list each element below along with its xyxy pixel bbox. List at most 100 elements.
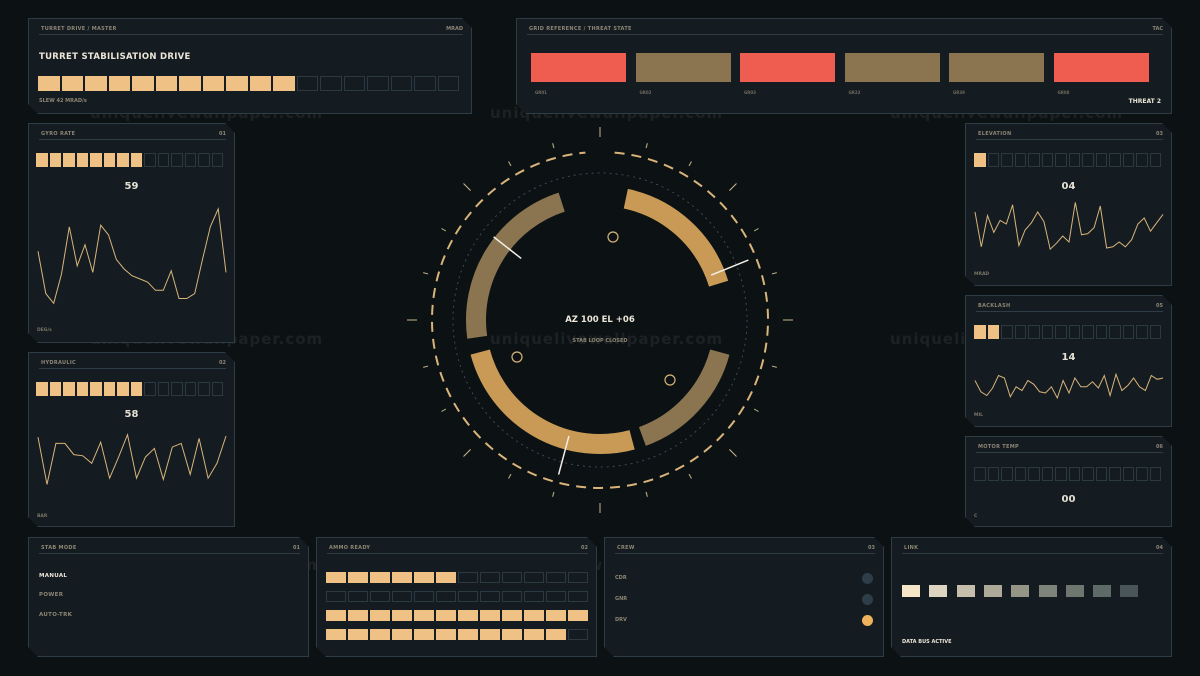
level-cell bbox=[458, 591, 478, 602]
level-cell bbox=[414, 591, 434, 602]
status-dot-icon bbox=[862, 615, 873, 626]
reticle-tick bbox=[771, 272, 777, 275]
level-cell bbox=[502, 629, 522, 640]
link-swatch bbox=[902, 585, 920, 597]
level-cell bbox=[568, 629, 588, 640]
link-swatch bbox=[1039, 585, 1057, 597]
level-cell bbox=[524, 629, 544, 640]
level-cell bbox=[502, 591, 522, 602]
panel-title: AMMO READY bbox=[329, 545, 371, 551]
crew-label: GNR bbox=[615, 596, 628, 602]
stab-mode-manual[interactable]: MANUAL bbox=[39, 573, 67, 579]
level-cell bbox=[480, 629, 500, 640]
ammo-row bbox=[326, 610, 588, 621]
panel-title: STAB MODE bbox=[41, 545, 77, 551]
reticle-tick bbox=[729, 183, 737, 191]
level-cell bbox=[436, 610, 456, 621]
level-cell bbox=[502, 572, 522, 583]
status-dot-icon bbox=[862, 573, 873, 584]
link-swatch bbox=[984, 585, 1002, 597]
level-cell bbox=[458, 572, 478, 583]
divider bbox=[902, 553, 1163, 554]
reticle-tick bbox=[688, 473, 692, 479]
level-cell bbox=[568, 572, 588, 583]
divider bbox=[39, 553, 300, 554]
panel-number: 04 bbox=[1156, 545, 1163, 551]
reticle-tick bbox=[729, 449, 737, 457]
ammo-row bbox=[326, 629, 588, 640]
level-cell bbox=[348, 591, 368, 602]
level-cell bbox=[458, 629, 478, 640]
level-cell bbox=[436, 572, 456, 583]
crew-row-cdr[interactable]: CDR bbox=[615, 573, 873, 585]
level-cell bbox=[414, 610, 434, 621]
reticle-tick bbox=[645, 143, 648, 149]
panel-number: 01 bbox=[293, 545, 300, 551]
link-panel: LINK 04 DATA BUS ACTIVE bbox=[891, 537, 1172, 657]
level-cell bbox=[414, 629, 434, 640]
reticle-tick bbox=[441, 228, 447, 232]
reticle-arc bbox=[623, 188, 729, 287]
panel-number: 02 bbox=[581, 545, 588, 551]
level-cell bbox=[326, 610, 346, 621]
level-cell bbox=[392, 591, 412, 602]
reticle-tick bbox=[753, 408, 759, 412]
reticle-tick bbox=[508, 161, 512, 167]
level-cell bbox=[370, 591, 390, 602]
panel-title: CREW bbox=[617, 545, 635, 551]
panel-number: 03 bbox=[868, 545, 875, 551]
reticle-tick bbox=[645, 491, 648, 497]
reticle-tick bbox=[423, 272, 429, 275]
ammo-row bbox=[326, 572, 588, 583]
level-cell bbox=[480, 591, 500, 602]
divider bbox=[327, 553, 588, 554]
link-swatch bbox=[957, 585, 975, 597]
level-cell bbox=[392, 629, 412, 640]
ammo-row bbox=[326, 591, 588, 602]
level-cell bbox=[370, 572, 390, 583]
crew-panel: CREW 03 CDR GNR DRV bbox=[604, 537, 884, 657]
stab-mode-auto-trk[interactable]: AUTO-TRK bbox=[39, 612, 72, 618]
reticle-arc bbox=[466, 192, 565, 339]
stab-mode-power[interactable]: POWER bbox=[39, 592, 63, 598]
level-cell bbox=[546, 610, 566, 621]
reticle-tick bbox=[463, 449, 471, 457]
reticle-tick bbox=[688, 161, 692, 167]
crew-label: CDR bbox=[615, 575, 627, 581]
level-cell bbox=[480, 610, 500, 621]
level-cell bbox=[436, 591, 456, 602]
stab-mode-panel: STAB MODE 01 MANUAL POWER AUTO-TRK bbox=[28, 537, 309, 657]
target-marker-icon bbox=[607, 231, 619, 243]
level-cell bbox=[370, 629, 390, 640]
level-cell bbox=[348, 629, 368, 640]
level-cell bbox=[568, 591, 588, 602]
crew-row-drv[interactable]: DRV bbox=[615, 615, 873, 627]
reticle-tick bbox=[753, 228, 759, 232]
reticle-tick bbox=[552, 143, 555, 149]
level-cell bbox=[392, 610, 412, 621]
level-cell bbox=[568, 610, 588, 621]
level-cell bbox=[546, 591, 566, 602]
level-cell bbox=[392, 572, 412, 583]
crew-row-gnr[interactable]: GNR bbox=[615, 594, 873, 606]
reticle-tick bbox=[463, 183, 471, 191]
target-marker-icon bbox=[511, 351, 523, 363]
level-cell bbox=[326, 629, 346, 640]
level-cell bbox=[436, 629, 456, 640]
reticle-status: STAB LOOP CLOSED bbox=[572, 338, 627, 344]
level-cell bbox=[414, 572, 434, 583]
level-cell bbox=[502, 610, 522, 621]
level-cell bbox=[326, 572, 346, 583]
level-cell bbox=[480, 572, 500, 583]
link-status: DATA BUS ACTIVE bbox=[902, 639, 952, 645]
crew-label: DRV bbox=[615, 617, 627, 623]
divider bbox=[615, 553, 875, 554]
level-cell bbox=[348, 610, 368, 621]
reticle-tick bbox=[508, 473, 512, 479]
level-cell bbox=[524, 610, 544, 621]
level-cell bbox=[546, 572, 566, 583]
level-cell bbox=[326, 591, 346, 602]
level-cell bbox=[524, 572, 544, 583]
link-swatch bbox=[1093, 585, 1111, 597]
level-cell bbox=[370, 610, 390, 621]
